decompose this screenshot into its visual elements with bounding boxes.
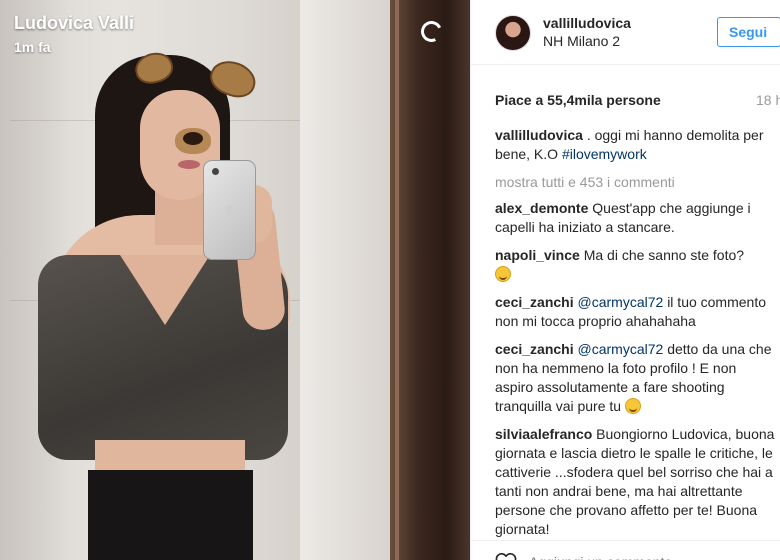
laughing-emoji-icon (495, 266, 511, 282)
comment-bar: ••• (471, 540, 780, 560)
comment-text: Buongiorno Ludovica, buona giornata e la… (495, 426, 775, 537)
mirror-edge (395, 0, 399, 560)
list-item: alex_demonte Quest'app che aggiunge i ca… (495, 199, 778, 237)
avatar[interactable] (495, 15, 531, 51)
likes-count[interactable]: Piace a 55,4mila persone (495, 92, 661, 108)
mirror-frame (390, 0, 470, 560)
story-timestamp: 1m fa (14, 39, 51, 55)
post-header: vallilludovica NH Milano 2 Segui (471, 0, 780, 65)
caption: vallilludovica . oggi mi hanno demolita … (495, 126, 778, 164)
list-item: silviaalefranco Buongiorno Ludovica, buo… (495, 425, 778, 539)
follow-button[interactable]: Segui (717, 17, 780, 47)
comment-username[interactable]: napoli_vince (495, 247, 580, 263)
list-item: ceci_zanchi @carmycal72 il tuo commento … (495, 293, 778, 331)
post-username[interactable]: vallilludovica (543, 15, 631, 31)
story-author-name: Ludovica Valli (14, 13, 135, 33)
comment-mention[interactable]: @carmycal72 (578, 294, 664, 310)
comment-text: Ma di che sanno ste foto? (583, 247, 745, 263)
wall-panel (300, 0, 395, 560)
caption-username[interactable]: vallilludovica (495, 127, 583, 143)
list-item: napoli_vince Ma di che sanno ste foto? (495, 246, 778, 284)
add-comment-input[interactable] (529, 552, 709, 560)
more-options-icon[interactable]: ••• (759, 555, 772, 560)
smiling-emoji-icon (624, 398, 641, 414)
post-time-ago: 18 h (756, 92, 780, 108)
comment-username[interactable]: alex_demonte (495, 200, 588, 216)
phone-camera (212, 168, 219, 175)
comment-username[interactable]: ceci_zanchi (495, 341, 574, 357)
list-item: ceci_zanchi @carmycal72 detto da una che… (495, 340, 778, 416)
view-all-comments-link[interactable]: mostra tutti e 453 i commenti (495, 173, 778, 192)
phone-logo (225, 205, 234, 216)
comment-username[interactable]: silviaalefranco (495, 426, 592, 442)
dog-nose (183, 132, 203, 145)
pants (88, 470, 253, 560)
post-side-panel: vallilludovica NH Milano 2 Segui Piace a… (470, 0, 780, 560)
story-photo: Ludovica Valli 1m fa (0, 0, 470, 560)
caption-hashtag[interactable]: #ilovemywork (562, 146, 647, 162)
lips (178, 160, 200, 169)
post-location[interactable]: NH Milano 2 (543, 33, 620, 49)
comment-mention[interactable]: @carmycal72 (578, 341, 664, 357)
comments-list: vallilludovica . oggi mi hanno demolita … (495, 126, 778, 548)
heart-icon[interactable] (495, 552, 517, 560)
comment-username[interactable]: ceci_zanchi (495, 294, 574, 310)
